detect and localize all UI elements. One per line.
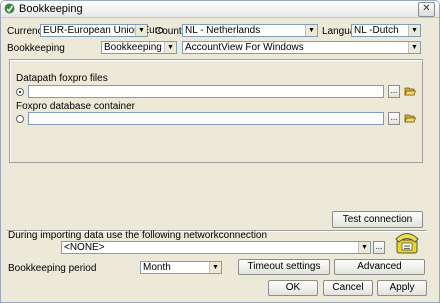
- ok-button[interactable]: OK: [268, 280, 318, 296]
- accounting-package-select[interactable]: AccountView For Windows ▼: [182, 41, 421, 54]
- advanced-button[interactable]: Advanced: [334, 259, 425, 275]
- period-value: Month: [143, 262, 171, 273]
- chevron-down-icon[interactable]: ▼: [164, 42, 176, 53]
- currency-select[interactable]: EUR-European Union Euro ▼: [40, 24, 164, 37]
- datapath-browse-button[interactable]: ...: [388, 85, 400, 98]
- network-value: <NONE>: [64, 242, 105, 253]
- bookkeeping-label: Bookkeeping: [7, 43, 65, 54]
- title-bar: Bookkeeping ✕: [1, 1, 439, 18]
- datapath-radio[interactable]: [16, 88, 24, 96]
- container-browse-button[interactable]: ...: [388, 112, 400, 125]
- open-folder-icon[interactable]: [404, 85, 416, 97]
- paths-panel: Datapath foxpro files ... Foxpro databas…: [9, 59, 423, 163]
- chevron-down-icon[interactable]: ▼: [408, 42, 420, 53]
- chevron-down-icon[interactable]: ▼: [305, 25, 317, 36]
- timeout-settings-button[interactable]: Timeout settings: [238, 259, 330, 275]
- datapath-label: Datapath foxpro files: [16, 73, 108, 84]
- chevron-down-icon[interactable]: ▼: [135, 25, 147, 36]
- open-folder-icon[interactable]: [404, 112, 416, 124]
- bookkeeping-value: Bookkeeping: [104, 42, 162, 53]
- container-input[interactable]: [28, 112, 384, 125]
- chevron-down-icon[interactable]: ▼: [408, 25, 420, 36]
- close-button[interactable]: ✕: [418, 2, 435, 17]
- language-select[interactable]: NL -Dutch ▼: [351, 24, 421, 37]
- network-phone-icon: [395, 233, 419, 254]
- language-value: NL -Dutch: [354, 25, 399, 36]
- dialog-body: Currency EUR-European Union Euro ▼ Count…: [4, 19, 436, 300]
- bookkeeping-dialog: Bookkeeping ✕ Currency EUR-European Unio…: [0, 0, 440, 303]
- country-select[interactable]: NL - Netherlands ▼: [182, 24, 318, 37]
- datapath-input[interactable]: [28, 85, 384, 98]
- country-value: NL - Netherlands: [185, 25, 261, 36]
- network-select[interactable]: <NONE> ▼: [61, 241, 371, 254]
- apply-button[interactable]: Apply: [377, 280, 427, 296]
- container-radio[interactable]: [16, 115, 24, 123]
- cancel-button[interactable]: Cancel: [323, 280, 373, 296]
- chevron-down-icon[interactable]: ▼: [358, 242, 370, 253]
- window-title: Bookkeeping: [19, 3, 83, 15]
- bookkeeping-app-icon: [4, 3, 15, 14]
- chevron-down-icon[interactable]: ▼: [209, 262, 221, 273]
- period-label: Bookkeeping period: [8, 263, 97, 274]
- accounting-package-value: AccountView For Windows: [185, 42, 304, 53]
- period-select[interactable]: Month ▼: [140, 261, 222, 274]
- network-browse-button[interactable]: ...: [373, 241, 385, 254]
- bookkeeping-select[interactable]: Bookkeeping ▼: [101, 41, 177, 54]
